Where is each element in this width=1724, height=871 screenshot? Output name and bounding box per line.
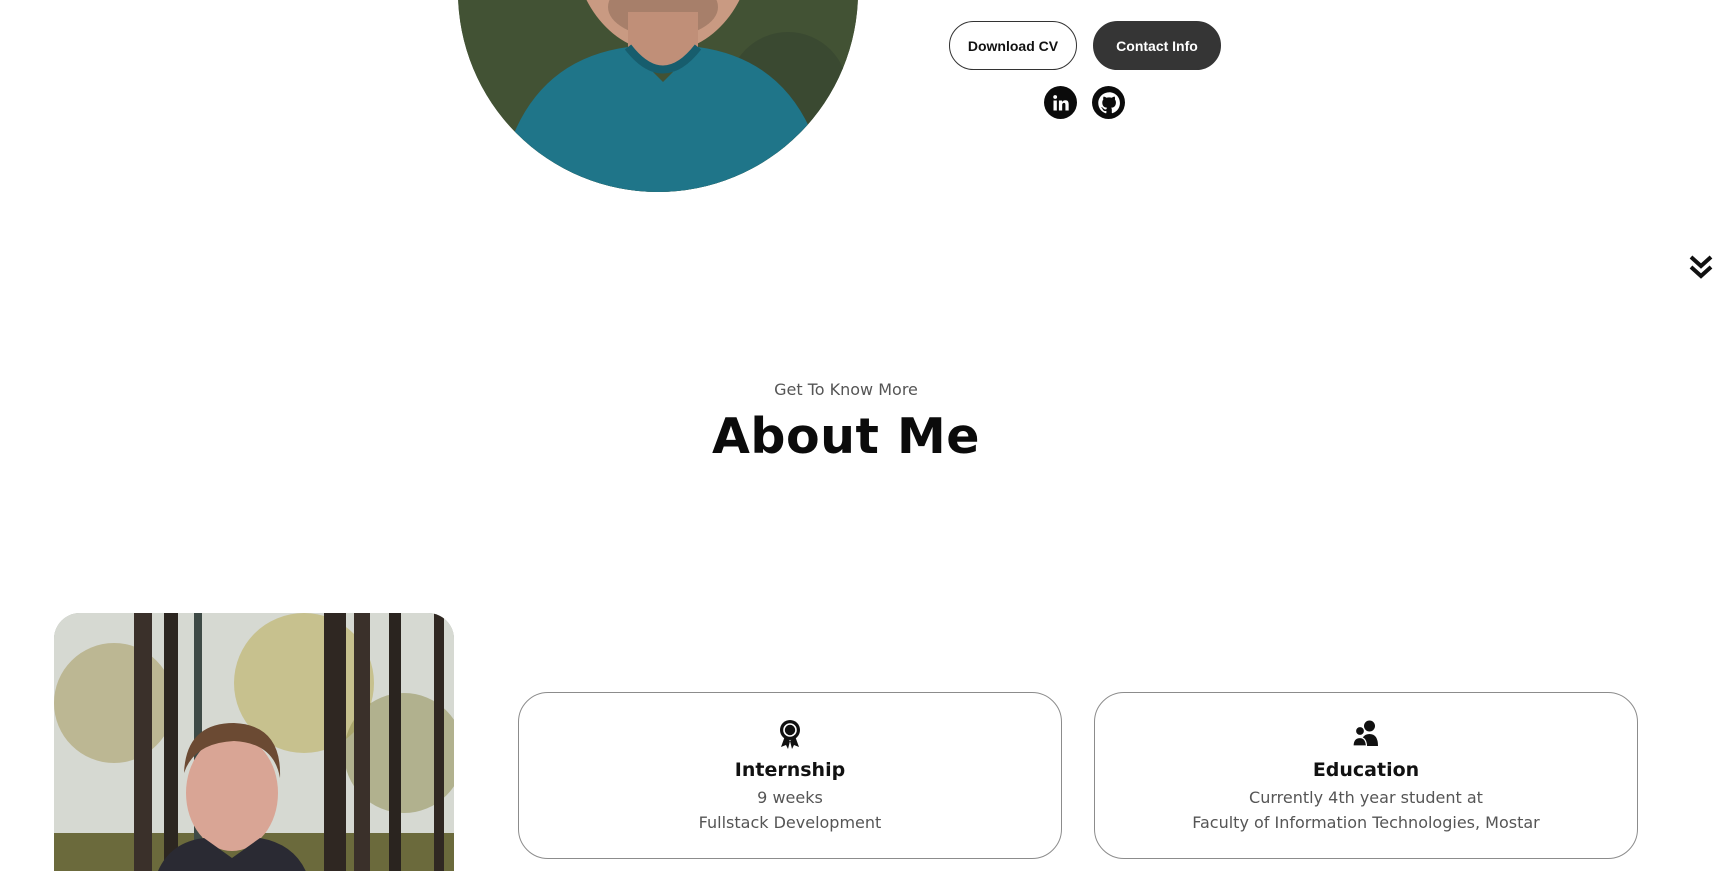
about-title: About Me [711, 408, 981, 465]
users-icon [1095, 719, 1637, 749]
education-card: Education Currently 4th year student at … [1094, 692, 1638, 859]
scroll-down-arrow-icon[interactable] [1689, 254, 1713, 282]
internship-duration: 9 weeks [757, 788, 823, 807]
internship-title: Internship [734, 759, 846, 781]
award-icon [519, 719, 1061, 749]
download-cv-button[interactable]: Download CV [949, 21, 1077, 70]
hero-profile-photo [458, 0, 858, 192]
internship-card: Internship 9 weeks Fullstack Development [518, 692, 1062, 859]
about-profile-photo [54, 613, 454, 871]
contact-info-button[interactable]: Contact Info [1093, 21, 1221, 70]
page: Download CV Contact Info Get To Know Mor… [0, 0, 1724, 871]
education-status: Currently 4th year student at [1249, 788, 1483, 807]
linkedin-icon[interactable] [1044, 86, 1077, 119]
education-institution: Faculty of Information Technologies, Mos… [1192, 813, 1540, 832]
github-icon[interactable] [1092, 86, 1125, 119]
about-subtitle: Get To Know More [774, 380, 918, 399]
internship-field: Fullstack Development [698, 813, 882, 832]
education-title: Education [1312, 759, 1420, 781]
